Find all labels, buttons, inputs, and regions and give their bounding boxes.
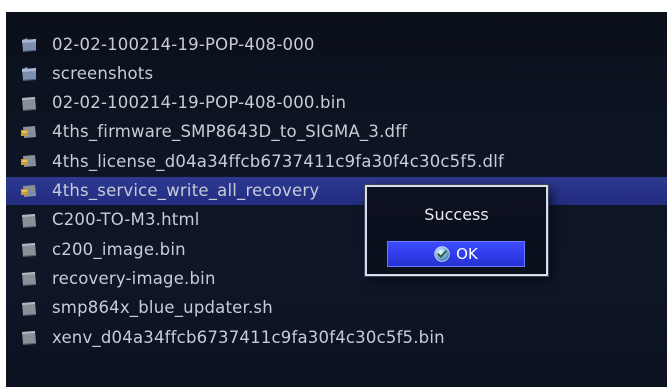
file-list-item[interactable]: smp864x_blue_updater.sh bbox=[6, 294, 667, 322]
folder-icon bbox=[20, 36, 38, 52]
screen: 02-02-100214-19-POP-408-000 screenshots 02… bbox=[0, 0, 667, 387]
file-name: C200-TO-M3.html bbox=[52, 210, 200, 230]
ok-label: OK bbox=[456, 245, 478, 263]
file-name: 02-02-100214-19-POP-408-000.bin bbox=[52, 93, 347, 113]
file-name: 4ths_firmware_SMP8643D_to_SIGMA_3.dff bbox=[52, 122, 408, 142]
file-name: recovery-image.bin bbox=[52, 268, 216, 288]
folder-icon bbox=[20, 65, 38, 82]
file-name: screenshots bbox=[52, 63, 154, 83]
file-list-item[interactable]: screenshots bbox=[6, 59, 667, 87]
file-icon bbox=[20, 95, 38, 111]
checkmark-icon bbox=[434, 246, 450, 262]
file-list-item[interactable]: 02-02-100214-19-POP-408-000.bin bbox=[6, 89, 667, 117]
ok-button[interactable]: OK bbox=[387, 241, 525, 267]
file-name: c200_image.bin bbox=[52, 239, 186, 259]
file-list-item[interactable]: 02-02-100214-19-POP-408-000 bbox=[6, 30, 667, 58]
success-dialog: Success OK bbox=[365, 185, 548, 276]
file-name: 4ths_service_write_all_recovery bbox=[52, 181, 320, 200]
file-name: xenv_d04a34ffcb6737411c9fa30f4c30c5f5.bi… bbox=[52, 327, 445, 347]
file-list-item[interactable]: 4ths_firmware_SMP8643D_to_SIGMA_3.dff bbox=[6, 118, 667, 146]
file-list-item[interactable]: 4ths_service_write_all_recovery bbox=[6, 176, 667, 205]
file-icon bbox=[20, 300, 38, 316]
file-name: 4ths_license_d04a34ffcb6737411c9fa30f4c3… bbox=[52, 151, 504, 171]
file-name: smp864x_blue_updater.sh bbox=[52, 298, 273, 318]
file-list-item[interactable]: c200_image.bin bbox=[6, 235, 667, 263]
file-icon bbox=[20, 212, 38, 228]
file-list-item[interactable]: C200-TO-M3.html bbox=[6, 206, 667, 234]
file-list-item[interactable]: recovery-image.bin bbox=[6, 264, 667, 292]
file-list-item[interactable]: 4ths_license_d04a34ffcb6737411c9fa30f4c3… bbox=[6, 147, 667, 175]
file-icon bbox=[20, 270, 38, 287]
config-file-icon bbox=[20, 153, 38, 169]
config-file-icon bbox=[20, 124, 38, 140]
file-name: 02-02-100214-19-POP-408-000 bbox=[52, 34, 315, 54]
config-file-icon bbox=[20, 183, 38, 199]
file-list-item[interactable]: xenv_d04a34ffcb6737411c9fa30f4c30c5f5.bi… bbox=[6, 323, 667, 351]
dialog-title: Success bbox=[424, 205, 489, 224]
file-icon bbox=[20, 329, 38, 345]
file-icon bbox=[20, 241, 38, 258]
media-player-file-browser: 02-02-100214-19-POP-408-000 screenshots 02… bbox=[6, 12, 667, 387]
